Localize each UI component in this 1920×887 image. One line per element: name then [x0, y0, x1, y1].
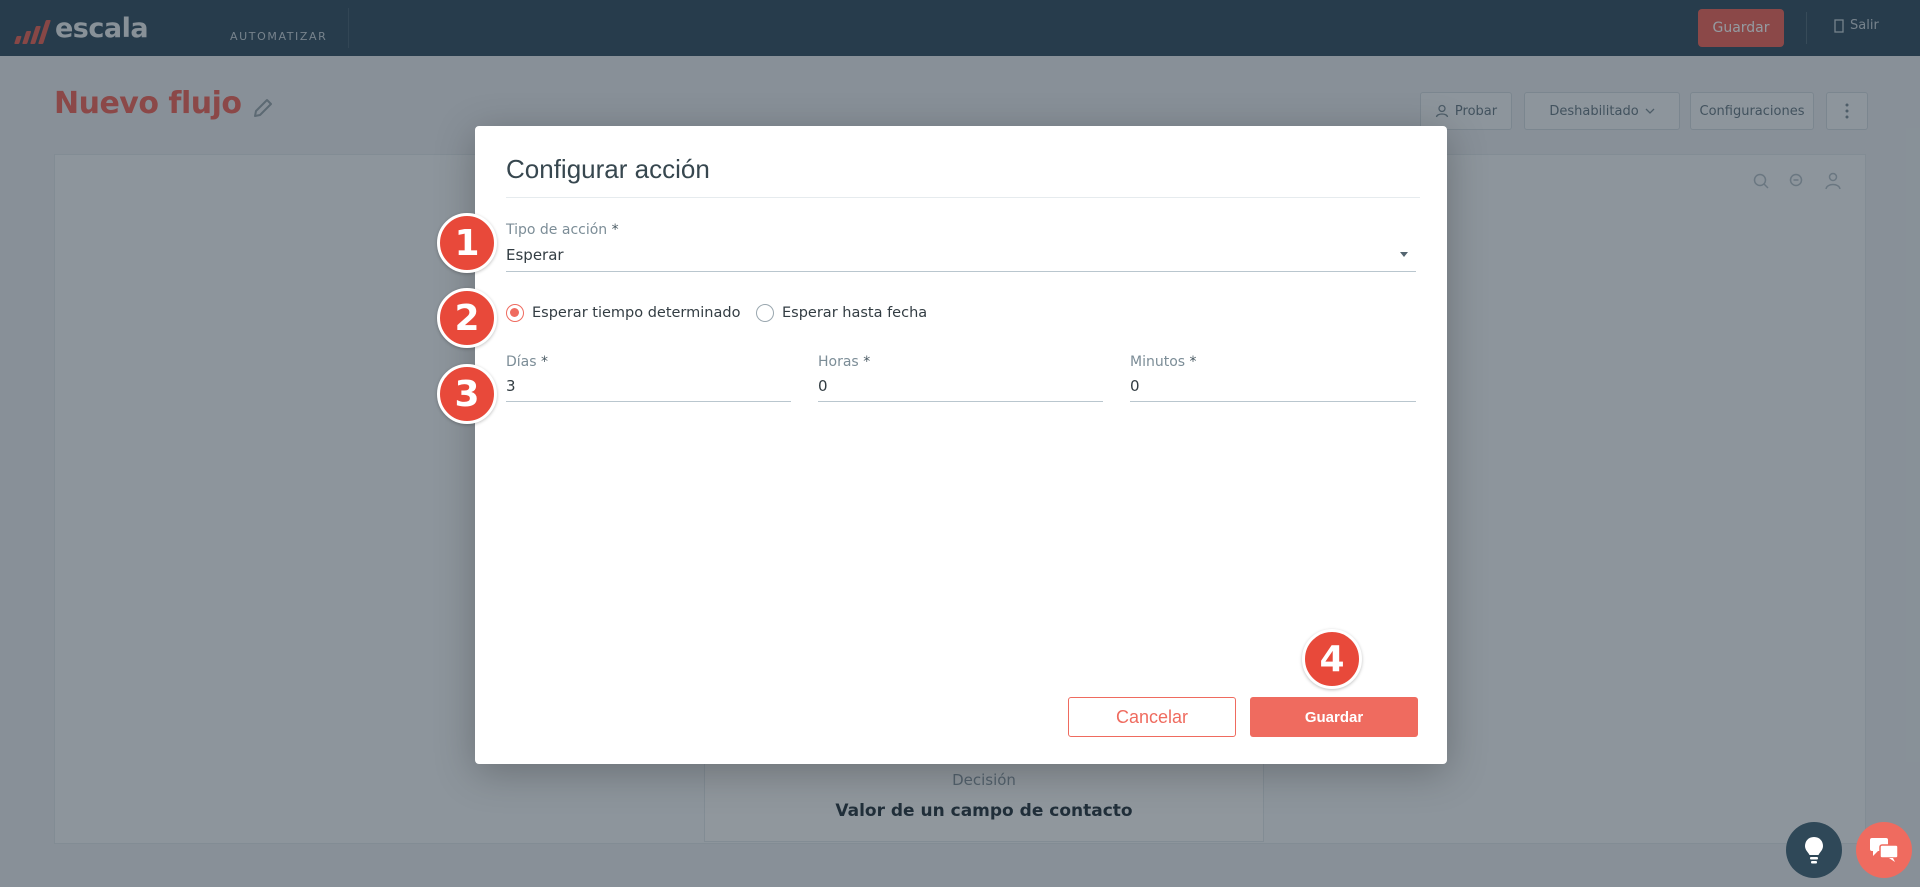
caret-down-icon[interactable]	[1400, 252, 1408, 257]
chat-button[interactable]	[1856, 822, 1912, 878]
radio-unselected-icon[interactable]	[756, 304, 774, 322]
hours-input[interactable]: 0	[818, 377, 1098, 395]
action-type-label: Tipo de acción *	[506, 222, 619, 238]
action-type-select[interactable]: Esperar	[506, 246, 1406, 264]
radio-label: Esperar tiempo determinado	[532, 305, 741, 321]
days-label: Días *	[506, 354, 548, 370]
hours-label-text: Horas	[818, 354, 859, 370]
radio-label: Esperar hasta fecha	[782, 305, 928, 321]
dialog-title: Configurar acción	[506, 154, 710, 184]
step-marker-2: 2	[437, 288, 497, 348]
required-mark: *	[541, 354, 548, 370]
hours-underline	[818, 401, 1103, 402]
minutes-input[interactable]: 0	[1130, 377, 1410, 395]
radio-wait-fixed-time[interactable]: Esperar tiempo determinado	[506, 304, 740, 322]
step-marker-1: 1	[437, 213, 497, 273]
days-underline	[506, 401, 791, 402]
step-marker-4: 4	[1302, 629, 1362, 689]
days-label-text: Días	[506, 354, 537, 370]
cancel-button[interactable]: Cancelar	[1068, 697, 1236, 737]
chat-icon	[1870, 838, 1899, 862]
lightbulb-icon	[1805, 837, 1823, 864]
minutes-label: Minutos *	[1130, 354, 1197, 370]
minutes-underline	[1130, 401, 1416, 402]
days-input[interactable]: 3	[506, 377, 786, 395]
required-mark: *	[863, 354, 871, 370]
action-type-label-text: Tipo de acción	[506, 222, 608, 238]
minutes-label-text: Minutos	[1130, 354, 1186, 370]
tips-button[interactable]	[1786, 822, 1842, 878]
hours-label: Horas *	[818, 354, 870, 370]
required-mark: *	[611, 222, 619, 238]
save-button[interactable]: Guardar	[1250, 697, 1418, 737]
radio-selected-icon[interactable]	[506, 304, 524, 322]
required-mark: *	[1189, 354, 1197, 370]
action-type-underline	[506, 271, 1416, 272]
dialog-divider	[506, 197, 1420, 198]
configure-action-dialog: Configurar acción Tipo de acción * Esper…	[475, 126, 1447, 764]
step-marker-3: 3	[437, 364, 497, 424]
radio-wait-until-date[interactable]: Esperar hasta fecha	[756, 304, 927, 322]
